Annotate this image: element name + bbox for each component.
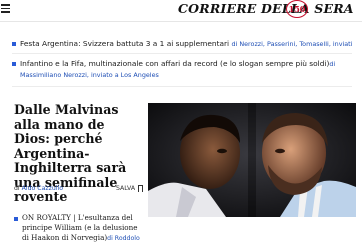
brief-byline[interactable]: Nerozzi, Passerini, Tomaselli, inviati <box>239 40 352 48</box>
save-button[interactable]: SALVA <box>116 185 144 192</box>
bookmark-icon <box>138 185 144 192</box>
anniversary-seal: 150 <box>286 0 308 18</box>
bottom-article[interactable]: ON ROYALTY | L'esultanza del principe Wi… <box>22 213 142 244</box>
divider <box>12 86 352 87</box>
divider <box>12 53 352 54</box>
brief-title[interactable]: Festa Argentina: Svizzera battuta 3 a 1 … <box>20 39 229 48</box>
headline-byline: di Aldo Cazzullo <box>14 185 63 192</box>
bottom-byline-prefix: di <box>107 235 115 242</box>
brief-byline[interactable]: Massimiliano Nerozzi, inviato a Los Ange… <box>20 70 335 81</box>
brief-item-1[interactable]: Festa Argentina: Svizzera battuta 3 a 1 … <box>12 38 352 50</box>
header-divider <box>0 21 362 22</box>
brief-title[interactable]: Infantino e la Fifa, multinazionale con … <box>20 59 329 68</box>
site-header: CORRIERE DELLA SERA 150 <box>0 0 362 20</box>
hamburger-menu-icon[interactable] <box>1 4 10 13</box>
byline-author[interactable]: Aldo Cazzullo <box>22 185 63 192</box>
masthead-logo[interactable]: CORRIERE DELLA SERA <box>178 1 354 16</box>
bullet-icon <box>12 62 16 66</box>
players-faceoff-image <box>148 103 356 217</box>
brief-item-2[interactable]: Infantino e la Fifa, multinazionale con … <box>12 58 335 81</box>
bottom-byline[interactable]: Roddolo <box>115 235 140 242</box>
byline-prefix: di <box>14 185 22 192</box>
bullet-icon <box>12 42 16 46</box>
hero-image[interactable] <box>148 103 356 217</box>
bullet-icon <box>14 217 18 221</box>
save-label: SALVA <box>116 185 136 192</box>
brief-byline-prefix: di <box>329 60 336 68</box>
